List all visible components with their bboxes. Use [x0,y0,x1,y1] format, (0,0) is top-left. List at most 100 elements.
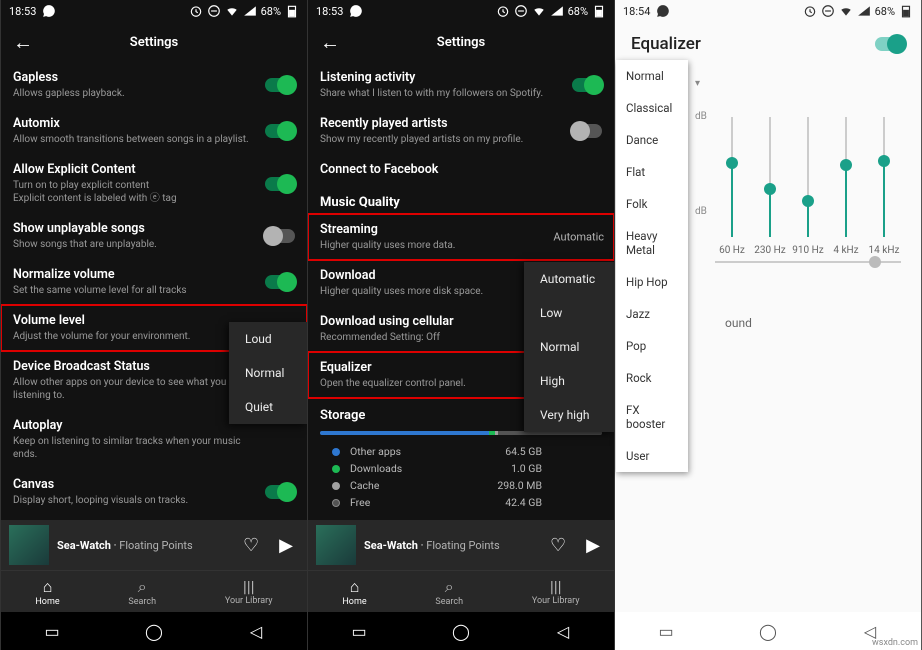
opt-automatic[interactable]: Automatic [524,262,614,296]
row-explicit[interactable]: Allow Explicit ContentTurn on to play ex… [1,154,307,213]
value: Automatic [553,231,604,244]
tab-library[interactable]: |||Your Library [225,577,273,606]
signal-icon [550,4,564,18]
wifi-icon [839,4,853,18]
whatsapp-icon [42,4,56,18]
preset-option[interactable]: Flat [616,156,688,188]
eq-toggle[interactable] [875,37,905,51]
header: ← Settings [308,22,614,62]
battery-text: 68% [568,5,588,18]
album-art [9,525,49,565]
eq-band[interactable]: 60 Hz [714,117,750,256]
toggle[interactable] [265,485,295,499]
nav-back-icon[interactable]: ◁ [246,621,266,641]
nav-home-icon[interactable]: ◯ [144,621,164,641]
tab-home[interactable]: ⌂Home [342,577,366,607]
preset-option[interactable]: Normal [616,60,688,92]
home-icon: ⌂ [35,577,59,597]
preset-option[interactable]: FX booster [616,394,688,440]
phone-2: 18:53 68% ← Settings Listening activityS… [307,0,614,650]
opt-normal[interactable]: Normal [229,356,307,390]
statusbar: 18:53 68% [308,0,614,22]
nav-home-icon[interactable]: ◯ [451,621,471,641]
toggle[interactable] [265,177,295,191]
opt-loud[interactable]: Loud [229,322,307,356]
heart-icon[interactable]: ♡ [237,535,265,556]
play-icon[interactable]: ▶ [273,535,299,556]
eq-band[interactable]: 910 Hz [790,117,826,256]
watermark: wsxdn.com [872,638,918,648]
bass-slider[interactable] [715,261,901,263]
play-icon[interactable]: ▶ [580,535,606,556]
toggle[interactable] [265,229,295,243]
alarm-icon [803,4,817,18]
preset-option[interactable]: Pop [616,330,688,362]
eq-band[interactable]: 230 Hz [752,117,788,256]
storage-other: Other apps64.5 GB [308,443,614,460]
slider-knob[interactable] [764,183,776,195]
toggle[interactable] [265,124,295,138]
tab-search[interactable]: ⌕Search [128,577,156,607]
eq-band[interactable]: 4 kHz [828,117,864,256]
bass-knob[interactable] [869,256,881,268]
band-label: 14 kHz [869,245,900,256]
tab-bar: ⌂Home ⌕Search |||Your Library [1,570,307,612]
row-automix[interactable]: AutomixAllow smooth transitions between … [1,108,307,154]
nav-recents-icon[interactable]: ▭ [42,621,62,641]
preset-dropdown: NormalClassicalDanceFlatFolkHeavy MetalH… [616,60,688,472]
android-navbar: ▭ ◯ ◁ [1,612,307,650]
opt-normal[interactable]: Normal [524,330,614,364]
volume-popup: Loud Normal Quiet [229,322,307,424]
slider-knob[interactable] [878,155,890,167]
toggle[interactable] [572,124,602,138]
band-label: 230 Hz [754,245,785,256]
nav-home-icon[interactable]: ◯ [758,621,778,641]
tab-library[interactable]: |||Your Library [532,577,580,606]
nav-recents-icon[interactable]: ▭ [349,621,369,641]
wifi-icon [532,4,546,18]
preset-option[interactable]: Hip Hop [616,266,688,298]
nav-back-icon[interactable]: ◁ [553,621,573,641]
tab-search[interactable]: ⌕Search [435,577,463,607]
opt-high[interactable]: High [524,364,614,398]
surround-label: ound [725,316,752,330]
toggle[interactable] [572,78,602,92]
library-icon: ||| [225,577,273,596]
opt-veryhigh[interactable]: Very high [524,398,614,432]
row-normalize[interactable]: Normalize volumeSet the same volume leve… [1,259,307,305]
toggle[interactable] [265,78,295,92]
slider-knob[interactable] [840,159,852,171]
toggle[interactable] [265,275,295,289]
tab-home[interactable]: ⌂Home [35,577,59,607]
preset-option[interactable]: Classical [616,92,688,124]
row-canvas[interactable]: CanvasDisplay short, looping visuals on … [1,469,307,515]
slider-knob[interactable] [802,195,814,207]
heart-icon[interactable]: ♡ [544,535,572,556]
track-info: Sea-Watch · Floating Points [364,539,536,552]
row-connect-facebook[interactable]: Connect to Facebook [308,154,614,185]
band-label: 4 kHz [833,245,858,256]
preset-option[interactable]: Jazz [616,298,688,330]
slider-knob[interactable] [726,157,738,169]
preset-option[interactable]: Folk [616,188,688,220]
nav-recents-icon[interactable]: ▭ [656,621,676,641]
row-recent-artists[interactable]: Recently played artistsShow my recently … [308,108,614,154]
row-listening-activity[interactable]: Listening activityShare what I listen to… [308,62,614,108]
battery-icon [899,4,913,18]
preset-option[interactable]: Rock [616,362,688,394]
row-gapless[interactable]: GaplessAllows gapless playback. [1,62,307,108]
row-unplayable[interactable]: Show unplayable songsShow songs that are… [1,213,307,259]
now-playing-bar[interactable]: Sea-Watch · Floating Points ♡ ▶ [1,520,307,570]
opt-quiet[interactable]: Quiet [229,390,307,424]
eq-sliders: 60 Hz 230 Hz 910 Hz 4 kHz 14 kHz [705,96,911,256]
opt-low[interactable]: Low [524,296,614,330]
now-playing-bar[interactable]: Sea-Watch · Floating Points ♡ ▶ [308,520,614,570]
row-streaming[interactable]: StreamingHigher quality uses more data.A… [308,214,614,260]
battery-text: 68% [261,5,281,18]
wifi-icon [225,4,239,18]
chevron-down-icon[interactable]: ▾ [695,78,700,89]
preset-option[interactable]: User [616,440,688,472]
preset-option[interactable]: Heavy Metal [616,220,688,266]
eq-band[interactable]: 14 kHz [866,117,902,256]
preset-option[interactable]: Dance [616,124,688,156]
